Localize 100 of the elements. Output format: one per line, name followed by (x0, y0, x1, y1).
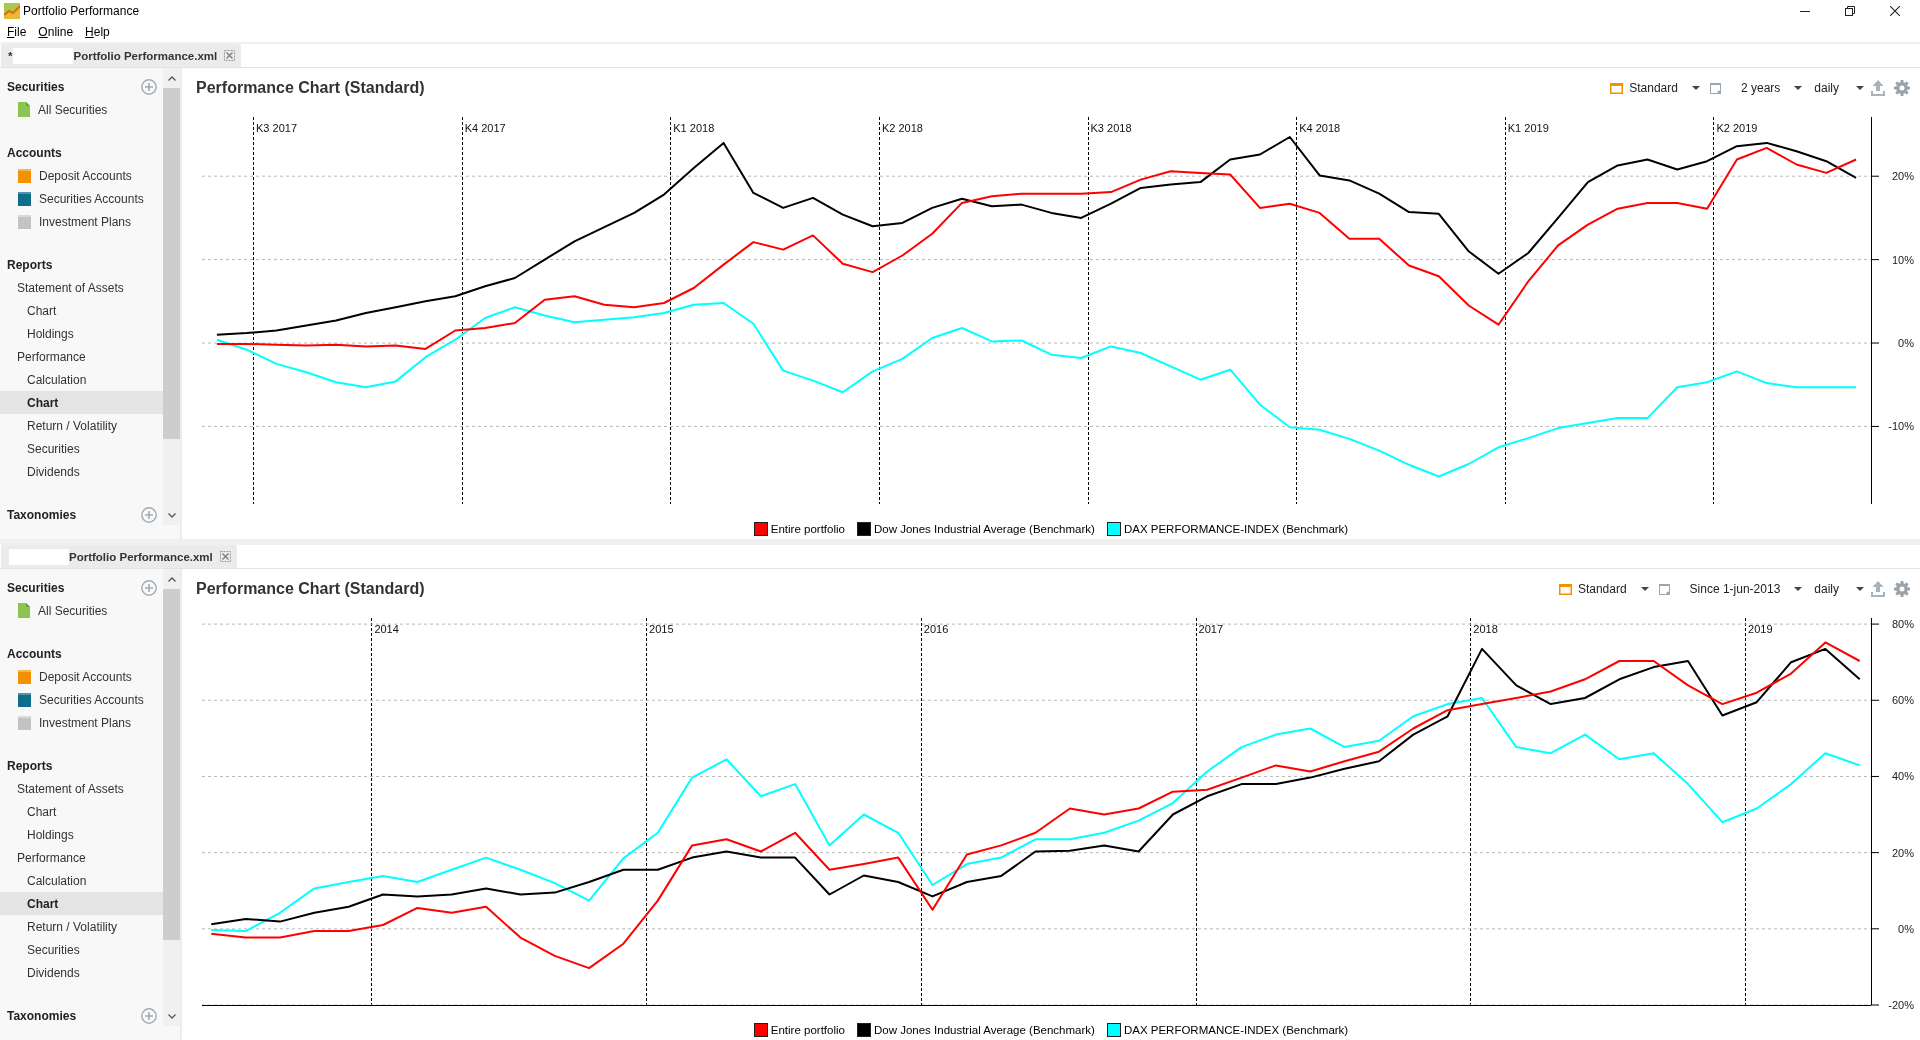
nav-item[interactable]: All Securities (0, 599, 163, 622)
legend-label: Entire portfolio (770, 1024, 845, 1036)
nav-item[interactable]: Holdings (0, 322, 163, 345)
plus-circle-icon[interactable] (141, 579, 157, 596)
nav-item[interactable]: Return / Volatility (0, 414, 163, 437)
tile-icon (18, 214, 31, 229)
y-tick-label: 10% (1891, 253, 1914, 266)
plus-circle-icon[interactable] (141, 78, 157, 95)
y-tick-label: 20% (1891, 170, 1914, 183)
x-tick-label: 2015 (649, 623, 674, 635)
upload-icon[interactable] (1871, 80, 1885, 96)
scrollbar[interactable] (163, 68, 180, 525)
section-title: Accounts (7, 646, 63, 661)
caret-icon (1794, 587, 1803, 591)
scrollbar-thumb[interactable] (163, 88, 180, 439)
plus-circle-icon[interactable] (141, 1007, 157, 1024)
chevron-up-icon[interactable] (167, 576, 176, 582)
restore-icon[interactable] (1844, 6, 1855, 16)
nav-item[interactable]: Statement of Assets (0, 777, 163, 800)
panel-outline-icon[interactable] (1709, 82, 1721, 94)
nav-item[interactable]: Calculation (0, 368, 163, 391)
nav-item[interactable]: Statement of Assets (0, 276, 163, 299)
tile-icon (18, 669, 31, 684)
tile-icon (18, 715, 31, 730)
x-tick-label: K1 2019 (1507, 122, 1549, 134)
section-title: Reports (7, 758, 54, 773)
x-tick-label: K1 2018 (673, 122, 715, 134)
settings-icon[interactable] (1894, 80, 1910, 96)
file-tab[interactable]: Portfolio Performance.xml (1, 545, 237, 568)
section-title: Reports (7, 257, 54, 272)
upload-icon[interactable] (1871, 581, 1885, 597)
nav-item[interactable]: Chart (0, 892, 163, 915)
view-config-dropdown[interactable]: Standard (1610, 78, 1700, 98)
y-tick-label: -20% (1888, 999, 1914, 1010)
tile-icon (18, 191, 31, 206)
menu-item[interactable]: Online (32, 25, 80, 39)
nav-item[interactable]: Chart (0, 391, 163, 414)
scrollbar[interactable] (163, 569, 180, 1026)
plus-circle-icon[interactable] (141, 506, 157, 523)
document-icon (18, 102, 30, 117)
scrollbar-thumb[interactable] (163, 589, 180, 940)
x-tick-label: 2019 (1748, 623, 1773, 635)
x-tick-label: K3 2017 (256, 122, 297, 134)
nav-item[interactable]: Dividends (0, 961, 163, 984)
nav-item[interactable]: Securities (0, 938, 163, 961)
nav-item[interactable]: Performance (0, 345, 163, 368)
caret-icon (1794, 86, 1803, 90)
nav-item[interactable]: Securities (0, 437, 163, 460)
x-tick-label: 2017 (1198, 623, 1224, 635)
panel-icon (1610, 82, 1624, 94)
nav-item[interactable]: Deposit Accounts (0, 665, 163, 688)
view-title: Performance Chart (Standard) (195, 580, 426, 598)
settings-icon[interactable] (1894, 581, 1910, 597)
chevron-down-icon[interactable] (167, 1013, 176, 1019)
caret-icon (1691, 86, 1700, 90)
y-tick-label: 80% (1891, 618, 1914, 631)
section-title: Securities (7, 79, 66, 94)
view-config-dropdown[interactable]: Standard (1558, 579, 1649, 599)
nav-item[interactable]: Chart (0, 800, 163, 823)
y-tick-label: 0% (1898, 922, 1914, 935)
tile-icon (18, 692, 31, 707)
interval-dropdown[interactable]: daily (1814, 78, 1864, 98)
window-title: Portfolio Performance (23, 4, 141, 18)
menu-item[interactable]: File (1, 25, 33, 39)
nav-item[interactable]: Holdings (0, 823, 163, 846)
file-tab[interactable]: * Portfolio Performance.xml (1, 44, 242, 67)
nav-item[interactable]: Securities Accounts (0, 688, 163, 711)
chevron-up-icon[interactable] (167, 75, 176, 81)
tile-icon (18, 168, 31, 183)
caret-icon (1640, 587, 1649, 591)
legend-label: DAX PERFORMANCE-INDEX (Benchmark) (1123, 523, 1349, 535)
nav-item[interactable]: Dividends (0, 460, 163, 483)
interval-dropdown[interactable]: daily (1814, 579, 1864, 599)
close-icon[interactable] (1889, 6, 1900, 16)
x-tick-label: 2014 (374, 623, 399, 635)
caret-icon (1856, 86, 1864, 90)
nav-item[interactable]: Return / Volatility (0, 915, 163, 938)
period-dropdown[interactable]: Since 1-jun-2013 (1689, 579, 1803, 599)
legend-label: Entire portfolio (770, 523, 845, 535)
caret-icon (1856, 587, 1864, 591)
menu-item[interactable]: Help (79, 25, 116, 39)
x-tick-label: K4 2018 (1299, 122, 1341, 134)
panel-outline-icon[interactable] (1658, 583, 1670, 595)
period-dropdown[interactable]: 2 years (1740, 78, 1803, 98)
panel-icon (1558, 583, 1572, 595)
y-tick-label: 20% (1891, 846, 1914, 859)
x-tick-label: K3 2018 (1090, 122, 1132, 134)
nav-item[interactable]: Performance (0, 846, 163, 869)
nav-item[interactable]: All Securities (0, 98, 163, 121)
chevron-down-icon[interactable] (167, 512, 176, 518)
chart-logo-icon (4, 3, 20, 19)
legend-label: Dow Jones Industrial Average (Benchmark) (873, 1024, 1095, 1036)
nav-item[interactable]: Calculation (0, 869, 163, 892)
nav-item[interactable]: Chart (0, 299, 163, 322)
nav-item[interactable]: Investment Plans (0, 711, 163, 734)
nav-item[interactable]: Investment Plans (0, 210, 163, 233)
section-title: Accounts (7, 145, 63, 160)
nav-item[interactable]: Deposit Accounts (0, 164, 163, 187)
x-tick-label: K4 2017 (464, 122, 506, 134)
nav-item[interactable]: Securities Accounts (0, 187, 163, 210)
